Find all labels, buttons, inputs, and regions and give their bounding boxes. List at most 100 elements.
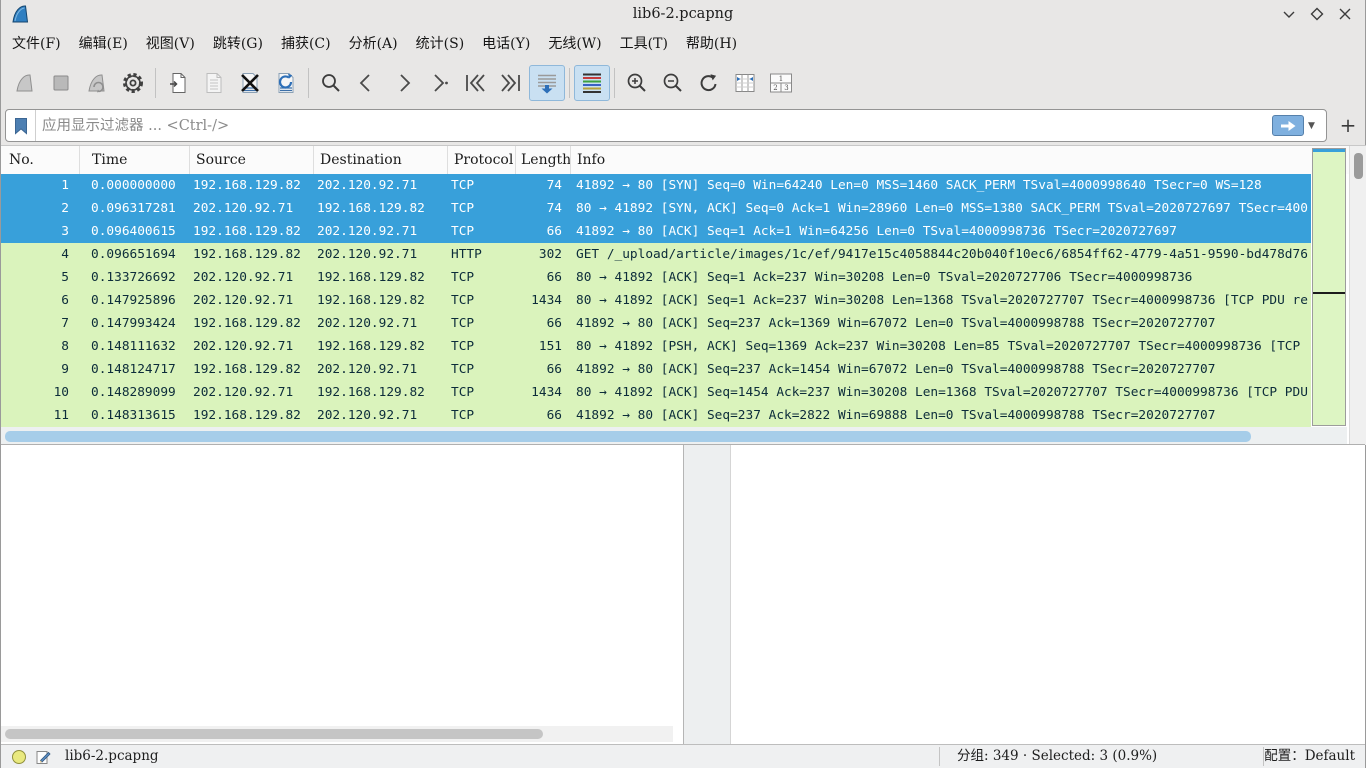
column-header-length[interactable]: Length — [515, 146, 570, 174]
menu-view[interactable]: 视图(V) — [137, 28, 204, 60]
colorize-packets-button[interactable] — [574, 65, 610, 101]
menu-help[interactable]: 帮助(H) — [677, 28, 746, 60]
pane-splitter[interactable] — [684, 445, 731, 744]
cell-dst: 192.168.129.82 — [313, 197, 447, 220]
packet-row[interactable]: 90.148124717192.168.129.82202.120.92.71T… — [1, 358, 1311, 381]
packet-row[interactable]: 40.096651694192.168.129.82202.120.92.71H… — [1, 243, 1311, 266]
packet-row[interactable]: 50.133726692202.120.92.71192.168.129.82T… — [1, 266, 1311, 289]
menu-edit[interactable]: 编辑(E) — [70, 28, 137, 60]
zoom-reset-button[interactable] — [691, 65, 727, 101]
packet-row[interactable]: 10.000000000192.168.129.82202.120.92.71T… — [1, 174, 1311, 197]
cell-len: 151 — [515, 335, 570, 358]
apply-filter-button[interactable] — [1272, 115, 1304, 136]
column-header-time[interactable]: Time — [79, 146, 189, 174]
last-packet-button[interactable] — [493, 65, 529, 101]
open-file-button[interactable] — [160, 65, 196, 101]
expert-info-icon[interactable] — [11, 749, 27, 765]
details-horizontal-scrollbar[interactable] — [1, 726, 673, 742]
cell-info: 80 → 41892 [ACK] Seq=1454 Ack=237 Win=30… — [570, 381, 1311, 404]
packet-row[interactable]: 60.147925896202.120.92.71192.168.129.82T… — [1, 289, 1311, 312]
horizontal-scrollbar-thumb[interactable] — [5, 431, 1251, 442]
column-header-no[interactable]: No. — [1, 146, 79, 174]
cell-dst: 202.120.92.71 — [313, 404, 447, 427]
menu-go[interactable]: 跳转(G) — [204, 28, 272, 60]
cell-proto: TCP — [447, 381, 515, 404]
status-packet-counts: 分组: 349 · Selected: 3 (0.9%) — [957, 745, 1157, 768]
cell-len: 66 — [515, 404, 570, 427]
minimap-marker — [1313, 292, 1345, 294]
bookmark-icon[interactable] — [6, 110, 36, 141]
close-button[interactable] — [1335, 4, 1355, 24]
go-back-button[interactable] — [349, 65, 385, 101]
close-file-button[interactable] — [232, 65, 268, 101]
find-packet-button[interactable] — [313, 65, 349, 101]
packet-list-vertical-scrollbar[interactable] — [1349, 146, 1366, 445]
svg-text:3: 3 — [784, 84, 788, 92]
status-profile[interactable]: 配置：Default — [1264, 745, 1355, 768]
menu-capture[interactable]: 捕获(C) — [272, 28, 340, 60]
resize-columns-button[interactable] — [727, 65, 763, 101]
column-header-info[interactable]: Info — [570, 146, 1349, 174]
start-capture-button[interactable] — [7, 65, 43, 101]
filter-add-button[interactable]: + — [1335, 110, 1361, 140]
layout-button[interactable]: 123 — [763, 65, 799, 101]
first-packet-button[interactable] — [457, 65, 493, 101]
intelligent-scrollbar-minimap[interactable] — [1312, 148, 1346, 426]
zoom-out-button[interactable] — [655, 65, 691, 101]
menu-file[interactable]: 文件(F) — [3, 28, 70, 60]
column-header-destination[interactable]: Destination — [313, 146, 447, 174]
wireshark-window: lib6-2.pcapng 文件(F)编辑(E)视图(V)跳转(G)捕获(C)分… — [0, 0, 1366, 768]
cell-info: 41892 → 80 [ACK] Seq=237 Ack=1369 Win=67… — [570, 312, 1311, 335]
cell-dst: 202.120.92.71 — [313, 243, 447, 266]
go-to-packet-button[interactable] — [421, 65, 457, 101]
minimap-selected-range — [1313, 149, 1345, 152]
packet-row[interactable]: 30.096400615192.168.129.82202.120.92.71T… — [1, 220, 1311, 243]
cell-proto: TCP — [447, 197, 515, 220]
reload-file-button[interactable] — [268, 65, 304, 101]
svg-text:2: 2 — [773, 84, 777, 92]
packet-row[interactable]: 80.148111632202.120.92.71192.168.129.82T… — [1, 335, 1311, 358]
packet-row[interactable]: 110.148313615192.168.129.82202.120.92.71… — [1, 404, 1311, 427]
menu-bar: 文件(F)编辑(E)视图(V)跳转(G)捕获(C)分析(A)统计(S)电话(Y)… — [1, 28, 1365, 60]
menu-analyze[interactable]: 分析(A) — [340, 28, 407, 60]
capture-options-button[interactable] — [115, 65, 151, 101]
packet-row[interactable]: 100.148289099202.120.92.71192.168.129.82… — [1, 381, 1311, 404]
menu-tools[interactable]: 工具(T) — [611, 28, 677, 60]
menu-statistics[interactable]: 统计(S) — [407, 28, 474, 60]
auto-scroll-button[interactable] — [529, 65, 565, 101]
cell-src: 202.120.92.71 — [189, 335, 313, 358]
column-header-source[interactable]: Source — [189, 146, 313, 174]
cell-no: 2 — [1, 197, 79, 220]
cell-proto: TCP — [447, 174, 515, 197]
status-file-name: lib6-2.pcapng — [65, 745, 159, 768]
capture-comment-icon[interactable] — [35, 749, 51, 765]
column-header-protocol[interactable]: Protocol — [447, 146, 515, 174]
display-filter-input[interactable] — [36, 111, 1272, 140]
save-file-button[interactable] — [196, 65, 232, 101]
zoom-in-button[interactable] — [619, 65, 655, 101]
cell-info: 41892 → 80 [SYN] Seq=0 Win=64240 Len=0 M… — [570, 174, 1311, 197]
restart-capture-button[interactable] — [79, 65, 115, 101]
display-filter-box: ▼ — [5, 109, 1327, 142]
cell-len: 74 — [515, 174, 570, 197]
packet-list-horizontal-scrollbar[interactable] — [1, 427, 1347, 445]
cell-time: 0.148313615 — [79, 404, 189, 427]
stop-capture-button[interactable] — [43, 65, 79, 101]
filter-dropdown-caret-icon[interactable]: ▼ — [1308, 121, 1322, 131]
menu-wireless[interactable]: 无线(W) — [539, 28, 610, 60]
cell-info: 41892 → 80 [ACK] Seq=237 Ack=2822 Win=69… — [570, 404, 1311, 427]
details-scrollbar-thumb[interactable] — [5, 729, 543, 739]
maximize-button[interactable] — [1307, 4, 1327, 24]
cell-src: 192.168.129.82 — [189, 220, 313, 243]
filter-bar: ▼ + — [1, 106, 1365, 145]
vertical-scrollbar-thumb[interactable] — [1354, 153, 1363, 179]
packet-row[interactable]: 70.147993424192.168.129.82202.120.92.71T… — [1, 312, 1311, 335]
menu-telephony[interactable]: 电话(Y) — [473, 28, 539, 60]
cell-no: 6 — [1, 289, 79, 312]
toolbar-separator — [569, 68, 570, 98]
cell-info: 41892 → 80 [ACK] Seq=237 Ack=1454 Win=67… — [570, 358, 1311, 381]
cell-info: 80 → 41892 [SYN, ACK] Seq=0 Ack=1 Win=28… — [570, 197, 1311, 220]
go-forward-button[interactable] — [385, 65, 421, 101]
minimize-button[interactable] — [1279, 4, 1299, 24]
packet-row[interactable]: 20.096317281202.120.92.71192.168.129.82T… — [1, 197, 1311, 220]
